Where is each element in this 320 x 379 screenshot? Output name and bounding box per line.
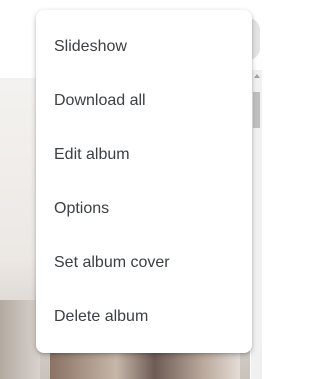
album-options-menu: Slideshow Download all Edit album Option… bbox=[36, 10, 252, 353]
menu-item-options[interactable]: Options bbox=[36, 182, 252, 236]
menu-item-edit-album[interactable]: Edit album bbox=[36, 128, 252, 182]
menu-item-delete-album[interactable]: Delete album bbox=[36, 290, 252, 344]
scrollbar-thumb[interactable] bbox=[253, 92, 260, 128]
menu-item-download-all[interactable]: Download all bbox=[36, 74, 252, 128]
scroll-up-arrow-icon[interactable] bbox=[254, 74, 260, 78]
menu-item-set-album-cover[interactable]: Set album cover bbox=[36, 236, 252, 290]
album-photo-thumbnail-left bbox=[0, 300, 40, 379]
menu-item-slideshow[interactable]: Slideshow bbox=[36, 20, 252, 74]
